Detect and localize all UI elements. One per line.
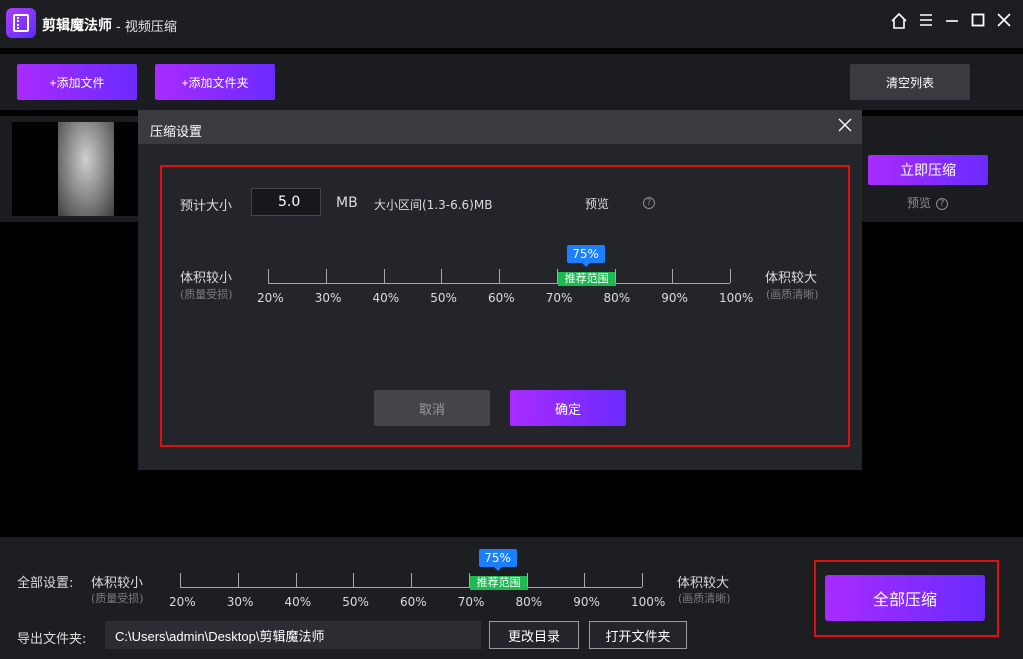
- compress-now-button[interactable]: 立即压缩: [868, 155, 988, 185]
- slider-right-sublabel: (画质清晰): [766, 288, 819, 301]
- slider-tick-label: 20%: [257, 291, 284, 305]
- slider-tick-label: 80%: [515, 595, 543, 609]
- slider-tick-label: 100%: [719, 291, 754, 305]
- dialog-preview-label[interactable]: 预览: [585, 195, 609, 212]
- slider-tick: [237, 573, 239, 587]
- slider-tick-label: 90%: [573, 595, 600, 609]
- slider-tick: [526, 573, 528, 587]
- row-preview-link[interactable]: 预览?: [907, 194, 949, 211]
- slider-tick: [325, 269, 327, 283]
- slider-track[interactable]: [180, 587, 642, 588]
- app-name: 剪辑魔法师: [42, 18, 112, 34]
- slider-tick-label: 20%: [169, 595, 196, 609]
- slider-tick: [441, 269, 443, 283]
- slider-tick: [383, 269, 385, 283]
- slider-tick-label: 70%: [545, 291, 573, 305]
- confirm-button[interactable]: 确定: [510, 390, 626, 426]
- slider-tick: [730, 269, 731, 283]
- change-directory-button[interactable]: 更改目录: [489, 621, 579, 649]
- compress-all-button[interactable]: 全部压缩: [825, 575, 985, 621]
- slider-tick-label: 50%: [430, 291, 457, 305]
- clear-list-button[interactable]: 清空列表: [850, 64, 970, 100]
- slider-right-label: 体积较大: [765, 271, 818, 286]
- slider-tick-label: 60%: [488, 291, 515, 305]
- slider-tick: [672, 269, 674, 283]
- window-subtitle: - 视频压缩: [116, 20, 177, 35]
- dialog-header: 压缩设置: [138, 110, 862, 144]
- cancel-button[interactable]: 取消: [374, 390, 490, 426]
- dialog-close-icon[interactable]: [838, 116, 852, 138]
- bottom-slider-left-label: 体积较小: [91, 576, 144, 591]
- slider-tick: [642, 573, 643, 587]
- recommended-range: 推荐范围: [469, 576, 528, 590]
- size-range-label: 大小区间(1.3-6.6)MB: [374, 198, 493, 212]
- open-folder-button[interactable]: 打开文件夹: [589, 621, 687, 649]
- export-path-input[interactable]: [105, 621, 481, 649]
- bottom-panel: 全部设置: 体积较小 (质量受损) 体积较大 (画质清晰) 推荐范围 75% 2…: [0, 537, 1023, 659]
- export-folder-label: 导出文件夹:: [17, 632, 87, 647]
- title-bar: 剪辑魔法师 - 视频压缩: [0, 0, 1023, 48]
- slider-tick-label: 40%: [284, 595, 312, 609]
- slider-tick-label: 60%: [400, 595, 427, 609]
- size-unit-label: MB: [336, 195, 358, 211]
- slider-tick: [499, 269, 500, 283]
- slider-tick-label: 90%: [661, 291, 688, 305]
- slider-tick-label: 30%: [314, 291, 342, 305]
- menu-icon[interactable]: [915, 12, 937, 34]
- slider-tick-label: 70%: [457, 595, 485, 609]
- toolbar: +添加文件 +添加文件夹 清空列表: [0, 54, 1023, 110]
- dialog-help-icon[interactable]: ?: [643, 197, 655, 209]
- slider-left-sublabel: (质量受损): [180, 288, 233, 301]
- bottom-slider-right-sublabel: (画质清晰): [678, 592, 731, 605]
- help-icon[interactable]: ?: [936, 198, 949, 210]
- slider-value-tooltip[interactable]: 75%: [566, 245, 605, 267]
- slider-tick: [411, 573, 412, 587]
- slider-tick: [268, 269, 269, 283]
- bottom-slider-left-sublabel: (质量受损): [91, 592, 144, 605]
- global-settings-label: 全部设置:: [17, 576, 74, 591]
- slider-tick: [180, 573, 181, 587]
- slider-tick: [584, 573, 586, 587]
- row-preview-label: 预览: [907, 196, 932, 210]
- slider-tick: [468, 573, 470, 587]
- minimize-icon[interactable]: [941, 12, 963, 34]
- video-thumbnail[interactable]: [12, 122, 138, 216]
- dialog-title: 压缩设置: [150, 125, 203, 140]
- slider-tick: [353, 573, 355, 587]
- maximize-icon[interactable]: [967, 12, 989, 34]
- slider-track[interactable]: [268, 283, 730, 284]
- size-input[interactable]: [251, 188, 321, 216]
- estimated-size-label: 预计大小: [180, 199, 233, 214]
- slider-tick: [614, 269, 616, 283]
- compression-settings-dialog: 压缩设置 预计大小 MB 大小区间(1.3-6.6)MB 预览 ? 体积较小 (…: [138, 110, 862, 470]
- add-folder-button[interactable]: +添加文件夹: [155, 64, 275, 100]
- close-icon[interactable]: [993, 12, 1015, 34]
- slider-tick-label: 80%: [603, 291, 631, 305]
- slider-tick-label: 40%: [372, 291, 400, 305]
- add-file-button[interactable]: +添加文件: [17, 64, 137, 100]
- quality-slider[interactable]: 推荐范围 75% 20% 30% 40% 50% 60% 70% 80% 90% 100%: [257, 245, 753, 305]
- global-quality-slider[interactable]: 推荐范围 75% 20% 30% 40% 50% 60% 70% 80% 90% 100%: [169, 549, 665, 609]
- slider-tick-label: 30%: [226, 595, 254, 609]
- slider-tick: [556, 269, 558, 283]
- slider-tick: [295, 573, 297, 587]
- app-logo-icon: [6, 8, 36, 38]
- home-icon[interactable]: [888, 12, 910, 34]
- slider-left-label: 体积较小: [180, 271, 233, 286]
- bottom-slider-right-label: 体积较大: [677, 576, 730, 591]
- slider-tick-label: 50%: [342, 595, 369, 609]
- recommended-range: 推荐范围: [557, 272, 616, 286]
- slider-value-tooltip[interactable]: 75%: [478, 549, 517, 571]
- slider-tick-label: 100%: [631, 595, 666, 609]
